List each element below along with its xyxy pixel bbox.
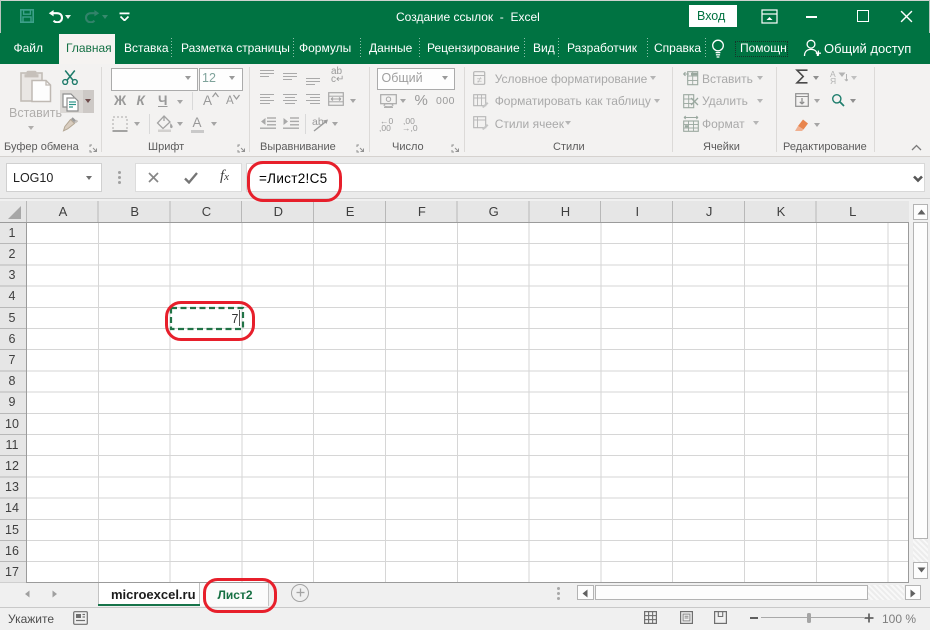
svg-text:≠: ≠ <box>477 75 482 85</box>
